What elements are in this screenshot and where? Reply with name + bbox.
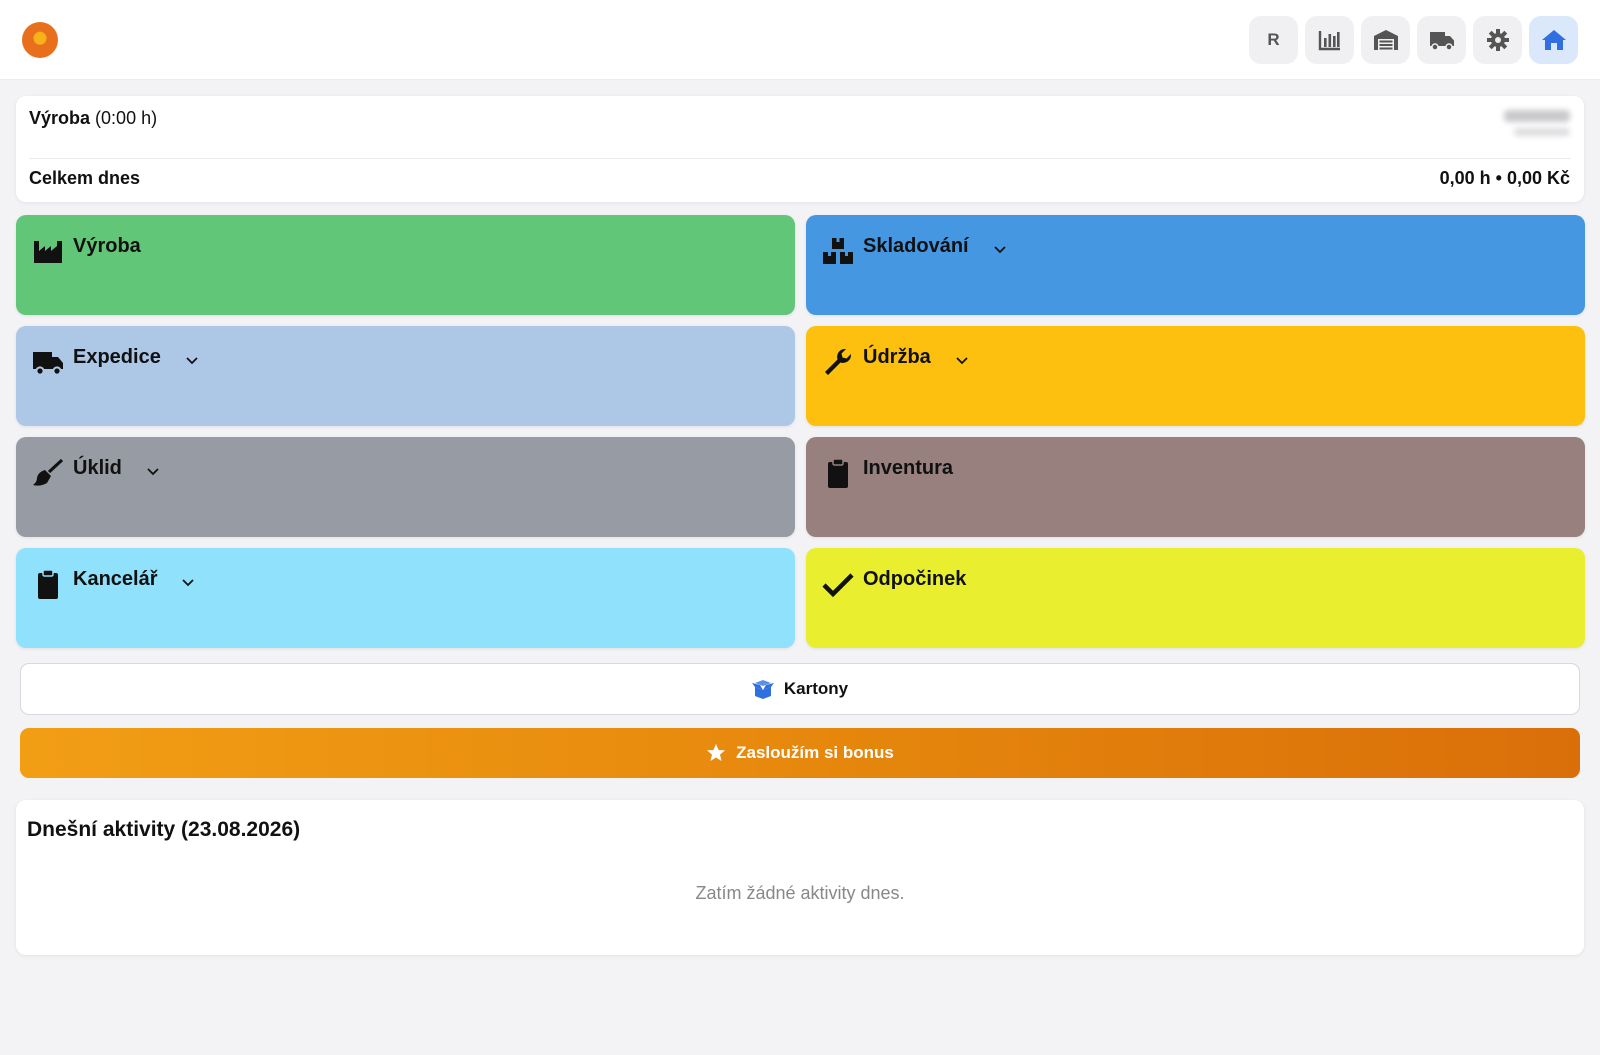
chevron-down-icon[interactable] [994, 246, 1006, 254]
warehouse-icon [1373, 30, 1398, 50]
chevron-down-icon[interactable] [186, 357, 198, 365]
box-open-icon [751, 680, 774, 699]
tile-udrzba[interactable]: Údržba [806, 326, 1585, 426]
blurred-amount [1504, 110, 1570, 122]
tile-uklid[interactable]: Úklid [16, 437, 795, 537]
tile-vyroba[interactable]: Výroba [16, 215, 795, 315]
tile-label: Inventura [863, 457, 954, 479]
truck-icon [1429, 32, 1454, 51]
tile-odpocinek[interactable]: Odpočinek [806, 548, 1585, 648]
chevron-down-icon[interactable] [182, 579, 194, 587]
cartons-button[interactable]: Kartony [20, 663, 1580, 715]
boxes-icon [823, 238, 853, 264]
tile-expedice[interactable]: Expedice [16, 326, 795, 426]
top-nav: R [1249, 16, 1578, 64]
tile-inventura[interactable]: Inventura [806, 437, 1585, 537]
total-today-label: Celkem dnes [29, 168, 141, 188]
blurred-amount-sub [1514, 128, 1570, 136]
factory-icon [34, 241, 62, 263]
tile-label: Skladování [863, 235, 969, 257]
nav-r-label: R [1267, 30, 1280, 49]
app-logo[interactable] [22, 22, 58, 58]
today-activities: Dnešní aktivity (23.08.2026) Zatím žádné… [16, 800, 1584, 955]
nav-button-shipping[interactable] [1417, 16, 1466, 64]
chevron-down-icon[interactable] [147, 468, 159, 476]
nav-button-home[interactable] [1529, 16, 1578, 64]
divider [29, 158, 1571, 159]
gear-icon [1486, 29, 1509, 51]
activities-empty-message: Zatím žádné aktivity dnes. [695, 883, 905, 903]
broom-icon [33, 458, 64, 486]
tile-kancelar[interactable]: Kancelář [16, 548, 795, 648]
activities-title: Dnešní aktivity (23.08.2026) [27, 818, 301, 841]
check-icon [822, 573, 854, 598]
tile-label: Výroba [73, 235, 141, 257]
truck-icon [33, 352, 63, 376]
tile-skladovani[interactable]: Skladování [806, 215, 1585, 315]
bonus-button[interactable]: Zasloužím si bonus [20, 728, 1580, 778]
clipboard-icon [828, 458, 848, 488]
cartons-label: Kartony [783, 679, 849, 698]
current-activity-duration: (0:00 h) [95, 108, 158, 128]
day-summary: Výroba (0:00 h) Celkem dnes 0,00 h • 0,0… [16, 96, 1584, 202]
tile-label: Expedice [73, 346, 161, 368]
current-activity: Výroba (0:00 h) [29, 108, 157, 129]
tile-label: Kancelář [73, 568, 158, 590]
bar-chart-icon [1318, 31, 1340, 51]
clipboard-icon [38, 569, 58, 599]
tile-label: Úklid [73, 457, 122, 479]
star-icon [707, 744, 726, 761]
tile-label: Odpočinek [863, 568, 967, 590]
home-icon [1541, 30, 1566, 50]
nav-button-stats[interactable] [1305, 16, 1354, 64]
chevron-down-icon[interactable] [956, 357, 968, 365]
tile-label: Údržba [863, 346, 931, 368]
current-activity-name: Výroba [29, 108, 91, 128]
top-bar: R [0, 0, 1600, 80]
nav-button-settings[interactable] [1473, 16, 1522, 64]
nav-button-r[interactable]: R [1249, 16, 1298, 64]
total-today-value: 0,00 h • 0,00 Kč [1439, 168, 1570, 188]
bonus-label: Zasloužím si bonus [736, 743, 894, 762]
wrench-icon [825, 348, 852, 375]
nav-button-warehouse[interactable] [1361, 16, 1410, 64]
